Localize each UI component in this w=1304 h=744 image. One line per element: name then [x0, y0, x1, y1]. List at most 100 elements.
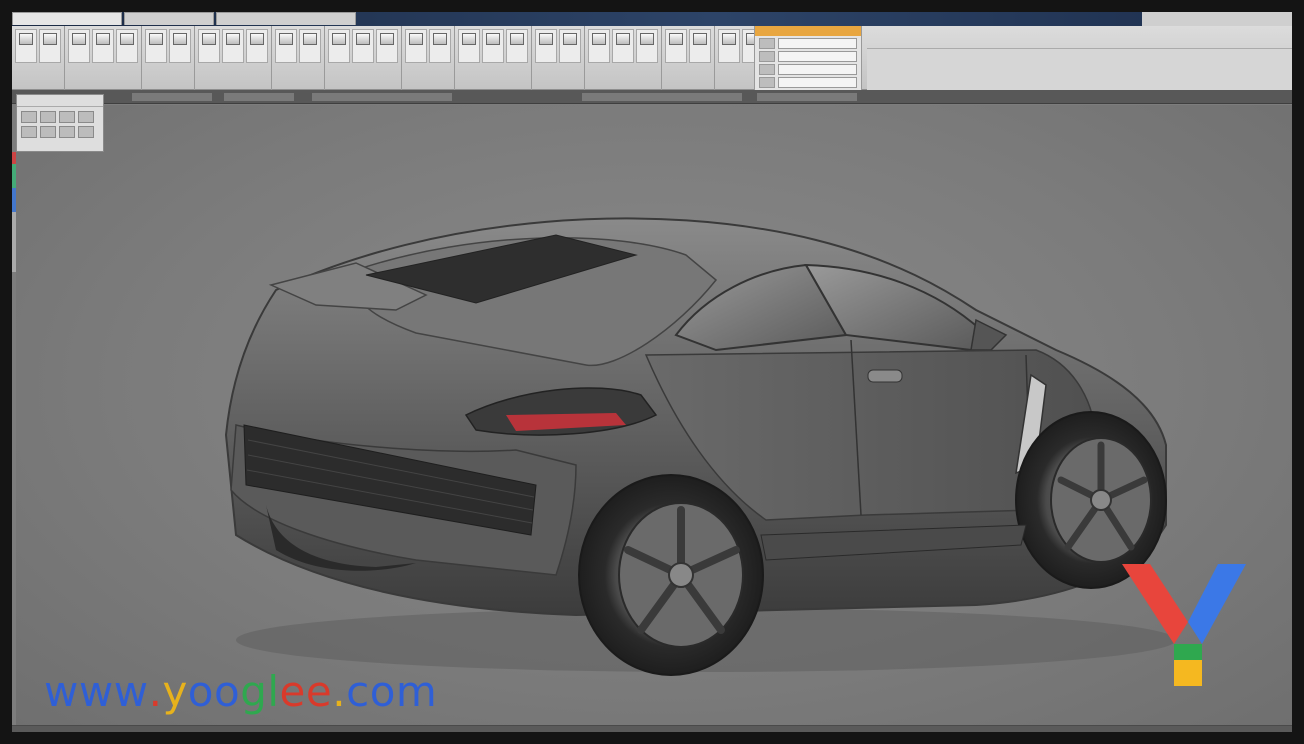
watermark-text: www.yooglee.com: [44, 667, 437, 716]
window-title-area: [1142, 12, 1292, 26]
properties-panel: [754, 26, 862, 90]
panel-tool-button[interactable]: [40, 111, 56, 123]
watermark-letter: w: [113, 667, 149, 716]
ribbon-button[interactable]: [116, 29, 138, 63]
ribbon-group: [662, 26, 715, 90]
watermark-letter: y: [162, 667, 188, 716]
toolbar-segment[interactable]: [224, 93, 294, 101]
ribbon-button[interactable]: [612, 29, 634, 63]
watermark-letter: .: [332, 667, 347, 716]
ribbon-button[interactable]: [68, 29, 90, 63]
ribbon-tool-icon: [72, 33, 86, 45]
ribbon-group: [455, 26, 532, 90]
ribbon-button[interactable]: [559, 29, 581, 63]
watermark-letter: g: [240, 667, 268, 716]
ribbon-tool-icon: [173, 33, 187, 45]
property-row[interactable]: [759, 64, 857, 75]
ribbon-button[interactable]: [352, 29, 374, 63]
property-row[interactable]: [759, 51, 857, 62]
ribbon-button[interactable]: [588, 29, 610, 63]
panel-tool-button[interactable]: [21, 126, 37, 138]
ribbon-button[interactable]: [15, 29, 37, 63]
ribbon-button[interactable]: [246, 29, 268, 63]
car-model-icon[interactable]: [16, 105, 1292, 727]
property-row[interactable]: [759, 77, 857, 88]
watermark-letter: c: [346, 667, 370, 716]
ribbon-button[interactable]: [198, 29, 220, 63]
ribbon-tool-icon: [669, 33, 683, 45]
toolbar-segment[interactable]: [312, 93, 452, 101]
watermark-letter: o: [187, 667, 214, 716]
properties-panel-header: [755, 26, 861, 36]
ribbon-tool-icon: [563, 33, 577, 45]
ribbon-button[interactable]: [222, 29, 244, 63]
document-tabs: [12, 12, 358, 26]
yooglee-logo-icon: [1122, 564, 1246, 686]
property-row[interactable]: [759, 38, 857, 49]
ribbon-button[interactable]: [718, 29, 740, 63]
ribbon-button[interactable]: [506, 29, 528, 63]
watermark-letter: w: [44, 667, 79, 716]
floating-panel-header[interactable]: [17, 95, 103, 107]
ribbon-tool-icon: [332, 33, 346, 45]
watermark-letter: e: [279, 667, 306, 716]
watermark-letter: e: [305, 667, 333, 716]
ribbon-empty-area: [867, 48, 1292, 90]
ribbon-button[interactable]: [535, 29, 557, 63]
ribbon-button[interactable]: [145, 29, 167, 63]
ribbon-button[interactable]: [482, 29, 504, 63]
secondary-toolbar-strip: [12, 90, 1292, 104]
panel-tool-button[interactable]: [40, 126, 56, 138]
ribbon-tool-icon: [356, 33, 370, 45]
ribbon-button[interactable]: [169, 29, 191, 63]
ribbon-button[interactable]: [429, 29, 451, 63]
ribbon-button[interactable]: [689, 29, 711, 63]
ribbon-button[interactable]: [458, 29, 480, 63]
toolbar-segment[interactable]: [132, 93, 212, 101]
ribbon-group: [12, 26, 65, 90]
panel-tool-button[interactable]: [78, 111, 94, 123]
ribbon-group: [195, 26, 272, 90]
watermark-letter: m: [395, 667, 438, 716]
watermark-letter: w: [78, 667, 114, 716]
ribbon-tool-icon: [380, 33, 394, 45]
ribbon-button[interactable]: [636, 29, 658, 63]
watermark-letter: o: [214, 667, 241, 716]
3d-viewport[interactable]: [16, 105, 1292, 727]
left-edge-toolbar[interactable]: [12, 152, 16, 272]
ribbon-button[interactable]: [405, 29, 427, 63]
ribbon-button[interactable]: [275, 29, 297, 63]
ribbon-tool-icon: [616, 33, 630, 45]
ribbon-button[interactable]: [328, 29, 350, 63]
document-tab[interactable]: [124, 12, 214, 25]
watermark-letter: l: [267, 667, 280, 716]
ribbon-groups: [12, 26, 792, 90]
ribbon-tool-icon: [433, 33, 447, 45]
title-bar: [12, 12, 1292, 26]
ribbon-button[interactable]: [92, 29, 114, 63]
document-tab[interactable]: [12, 12, 122, 25]
watermark-letter: o: [369, 667, 396, 716]
document-tab[interactable]: [216, 12, 356, 25]
ribbon-button[interactable]: [665, 29, 687, 63]
ribbon-tool-icon: [149, 33, 163, 45]
ribbon-tool-icon: [19, 33, 33, 45]
panel-tool-button[interactable]: [21, 111, 37, 123]
ribbon-button[interactable]: [376, 29, 398, 63]
ribbon-tool-icon: [250, 33, 264, 45]
ribbon-tool-icon: [226, 33, 240, 45]
panel-tool-button[interactable]: [78, 126, 94, 138]
panel-tool-button[interactable]: [59, 111, 75, 123]
ribbon-tool-icon: [722, 33, 736, 45]
toolbar-segment[interactable]: [582, 93, 742, 101]
ribbon-group: [585, 26, 662, 90]
ribbon-button[interactable]: [299, 29, 321, 63]
ribbon-tool-icon: [592, 33, 606, 45]
ribbon-tool-icon: [486, 33, 500, 45]
ribbon-tool-icon: [96, 33, 110, 45]
bottom-status-bar: [12, 725, 1292, 732]
panel-tool-button[interactable]: [59, 126, 75, 138]
ribbon-button[interactable]: [39, 29, 61, 63]
toolbar-segment[interactable]: [757, 93, 857, 101]
floating-tool-panel[interactable]: [16, 94, 104, 152]
